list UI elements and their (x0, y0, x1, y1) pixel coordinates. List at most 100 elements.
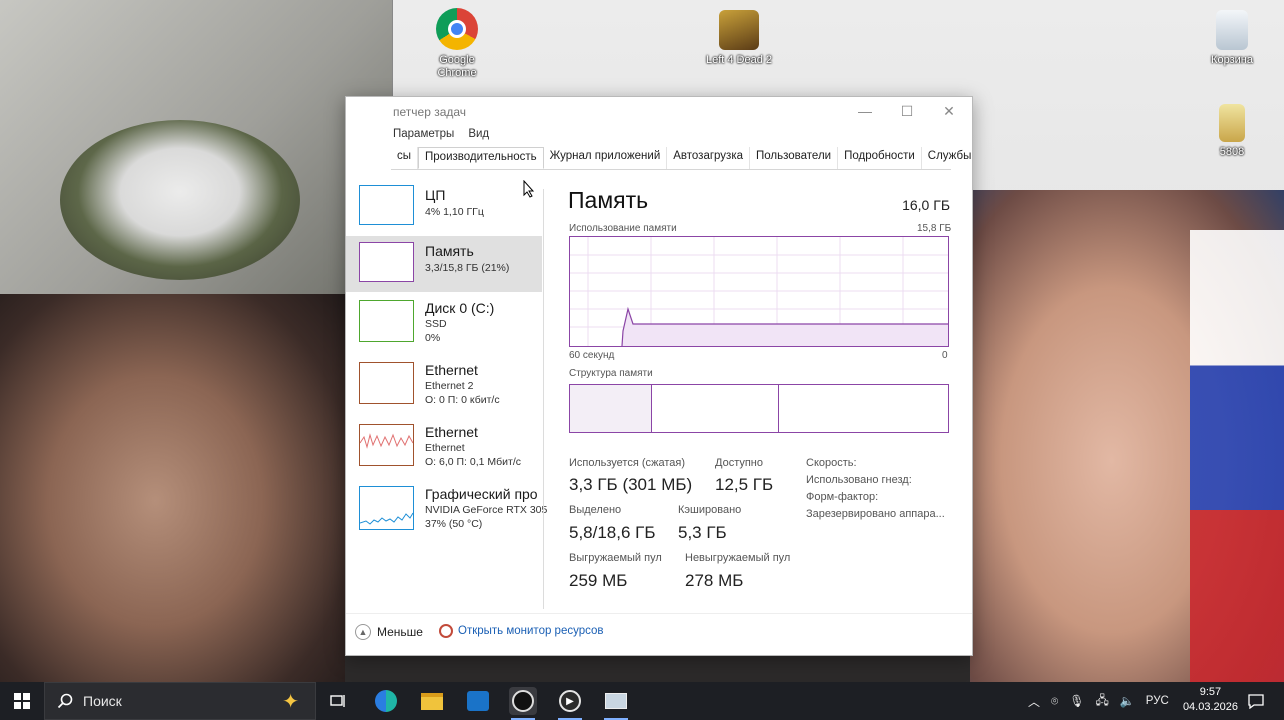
chrome-icon (436, 8, 478, 50)
start-button[interactable] (0, 682, 44, 720)
tab-processes[interactable]: сы (391, 147, 419, 169)
wallpaper-flag (1190, 230, 1284, 682)
sidebar-item-name: Ethernet (425, 424, 478, 440)
usage-graph-label: Использование памяти (569, 223, 677, 234)
usage-graph-max: 15,8 ГБ (917, 223, 952, 234)
tab-bar: сы Производительность Журнал приложений … (391, 147, 972, 169)
sidebar-item-sub: 4% 1,10 ГГц (425, 206, 484, 218)
wallpaper-strip (345, 654, 970, 682)
clock-time: 9:57 (1199, 686, 1222, 698)
taskbar-media-player[interactable]: ▶ (556, 687, 584, 715)
desktop-icon-label: Корзина (1211, 54, 1253, 66)
desktop-icon-recycle-bin[interactable]: Корзина (1197, 10, 1267, 67)
tabs-divider (391, 169, 951, 170)
desktop-icon-label: Google Chrome (437, 54, 477, 79)
spec-speed: Скорость: (806, 457, 857, 469)
taskbar-search-box[interactable]: Поиск ✦ (44, 682, 316, 720)
sidebar-item-ethernet[interactable]: Ethernet Ethernet О: 6,0 П: 0,1 Мбит/с (346, 417, 542, 473)
sidebar-item-disk[interactable]: Диск 0 (C:) SSD 0% (346, 293, 542, 349)
menu-item-parameters[interactable]: Параметры (393, 128, 454, 140)
sidebar-item-sub: NVIDIA GeForce RTX 305 (425, 504, 548, 516)
desktop-icon-chrome[interactable]: Google Chrome (422, 8, 492, 80)
sidebar-item-name: ЦП (425, 187, 446, 203)
task-manager-icon (605, 693, 627, 709)
open-resource-monitor-link[interactable]: Открыть монитор ресурсов (439, 624, 604, 638)
desktop-icon-left4dead2[interactable]: Left 4 Dead 2 (704, 10, 774, 67)
tab-performance[interactable]: Производительность (418, 147, 544, 169)
ethernet-thumbnail-graph (359, 424, 414, 466)
nonpaged-pool-label: Невыгружаемый пул (685, 552, 791, 564)
tab-details[interactable]: Подробности (838, 147, 922, 169)
windows-logo-icon (14, 693, 30, 709)
sidebar-divider (543, 189, 544, 609)
notifications-button[interactable] (1242, 687, 1270, 715)
mail-icon (467, 691, 489, 711)
chevron-up-icon: ▲ (355, 624, 371, 640)
menu-bar: Параметры Вид (393, 128, 489, 140)
search-placeholder: Поиск (83, 693, 122, 709)
notification-icon (1248, 694, 1264, 709)
search-icon (57, 693, 73, 709)
fewer-details-button[interactable]: ▲ Меньше (355, 624, 423, 640)
spec-slots: Использовано гнезд: (806, 474, 912, 486)
webcam-image (60, 120, 300, 280)
menu-item-view[interactable]: Вид (468, 128, 489, 140)
cached-value: 5,3 ГБ (678, 523, 727, 542)
in-use-label: Используется (сжатая) (569, 457, 686, 469)
sidebar-item-sub2: 37% (50 °C) (425, 518, 483, 530)
resource-monitor-icon (439, 624, 453, 638)
tab-services[interactable]: Службы (922, 147, 972, 169)
game-icon (719, 10, 759, 50)
ethernet-thumbnail-graph (359, 362, 414, 404)
clock-date: 04.03.2026 (1182, 701, 1238, 713)
webcam-tray-icon[interactable]: ⌾ (1051, 694, 1058, 709)
taskbar-explorer[interactable] (418, 687, 446, 715)
sidebar-item-sub: Ethernet 2 (425, 380, 474, 392)
sidebar-item-ethernet-2[interactable]: Ethernet Ethernet 2 О: 0 П: 0 кбит/с (346, 355, 542, 411)
taskbar-obs[interactable] (509, 687, 537, 715)
tab-app-history[interactable]: Журнал приложений (544, 147, 668, 169)
wallpaper-photo-left (0, 280, 345, 682)
tab-startup[interactable]: Автозагрузка (667, 147, 751, 169)
task-view-button[interactable] (324, 687, 352, 715)
close-button[interactable]: ✕ (928, 97, 970, 125)
search-highlight-icon: ✦ (282, 691, 299, 713)
taskbar: Поиск ✦ ▶ ︿ ⌾ 🎙 🖧 🔈 РУС 9:57 04.03.2026 (0, 682, 1284, 720)
taskbar-edge[interactable] (372, 687, 400, 715)
paged-pool-label: Выгружаемый пул (569, 552, 662, 564)
sidebar-item-memory[interactable]: Память 3,3/15,8 ГБ (21%) (346, 236, 542, 292)
graph-axis-left: 60 секунд (569, 350, 615, 361)
mouse-cursor-icon (523, 180, 535, 198)
sidebar-item-sub2: О: 6,0 П: 0,1 Мбит/с (425, 456, 522, 468)
sidebar-item-gpu[interactable]: Графический про NVIDIA GeForce RTX 305 3… (346, 479, 547, 535)
gpu-thumbnail-graph (359, 486, 414, 530)
minimize-button[interactable]: — (844, 97, 886, 125)
available-value: 12,5 ГБ (715, 475, 774, 494)
tab-users[interactable]: Пользователи (750, 147, 839, 169)
cpu-thumbnail-graph (359, 185, 414, 225)
maximize-button[interactable]: ☐ (886, 97, 928, 125)
webcam-overlay (0, 0, 393, 294)
memory-modified-segment (652, 385, 779, 432)
memory-usage-graph (569, 236, 949, 347)
task-manager-window: петчер задач — ☐ ✕ Параметры Вид сы Прои… (345, 96, 973, 656)
sidebar-item-sub2: 0% (425, 332, 441, 344)
microphone-icon[interactable]: 🎙 (1069, 694, 1084, 708)
chevron-up-icon[interactable]: ︿ (1028, 693, 1040, 710)
language-indicator[interactable]: РУС (1146, 695, 1169, 707)
clock[interactable]: 9:57 04.03.2026 (1183, 685, 1238, 715)
network-icon[interactable]: 🖧 (1095, 691, 1108, 712)
footer-divider (346, 613, 972, 614)
memory-in-use-segment (570, 385, 652, 432)
fewer-details-label: Меньше (377, 625, 423, 639)
desktop-icon-file[interactable]: 5808 (1197, 104, 1267, 159)
taskbar-task-manager[interactable] (602, 687, 630, 715)
volume-icon[interactable]: 🔈 (1120, 694, 1135, 708)
sidebar-item-cpu[interactable]: ЦП 4% 1,10 ГГц (346, 179, 542, 235)
obs-icon (512, 690, 534, 712)
taskbar-outlook[interactable] (464, 687, 492, 715)
file-icon (1219, 104, 1245, 142)
nonpaged-pool-value: 278 МБ (685, 571, 744, 590)
sidebar-item-name: Память (425, 243, 474, 259)
memory-usage-plot (570, 237, 948, 347)
